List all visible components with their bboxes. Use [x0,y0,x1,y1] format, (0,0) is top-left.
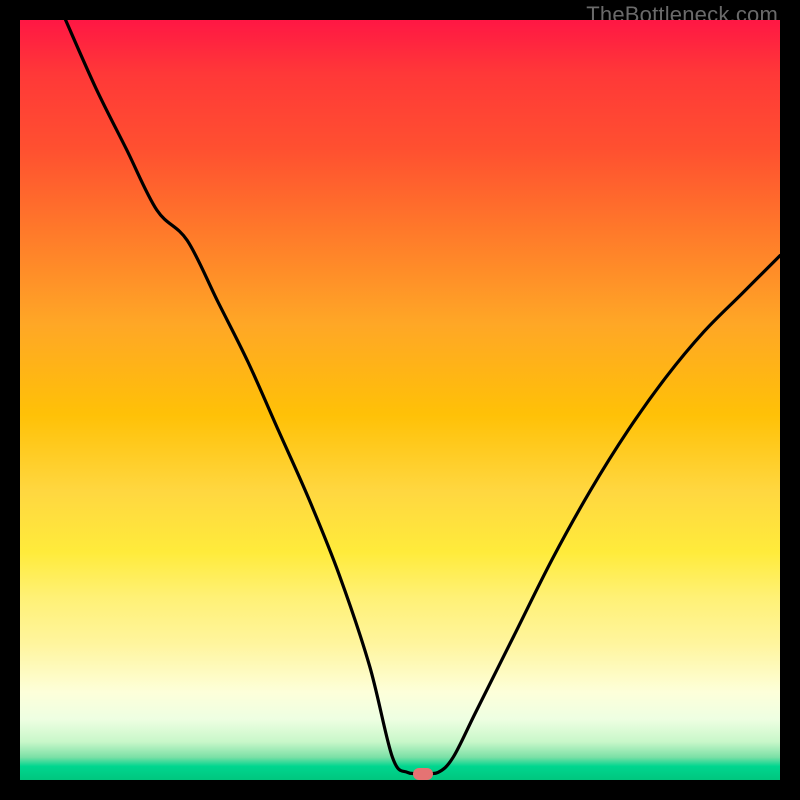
chart-container: TheBottleneck.com [0,0,800,800]
bottleneck-curve [20,20,780,780]
optimal-marker [413,768,433,780]
plot-area [20,20,780,780]
